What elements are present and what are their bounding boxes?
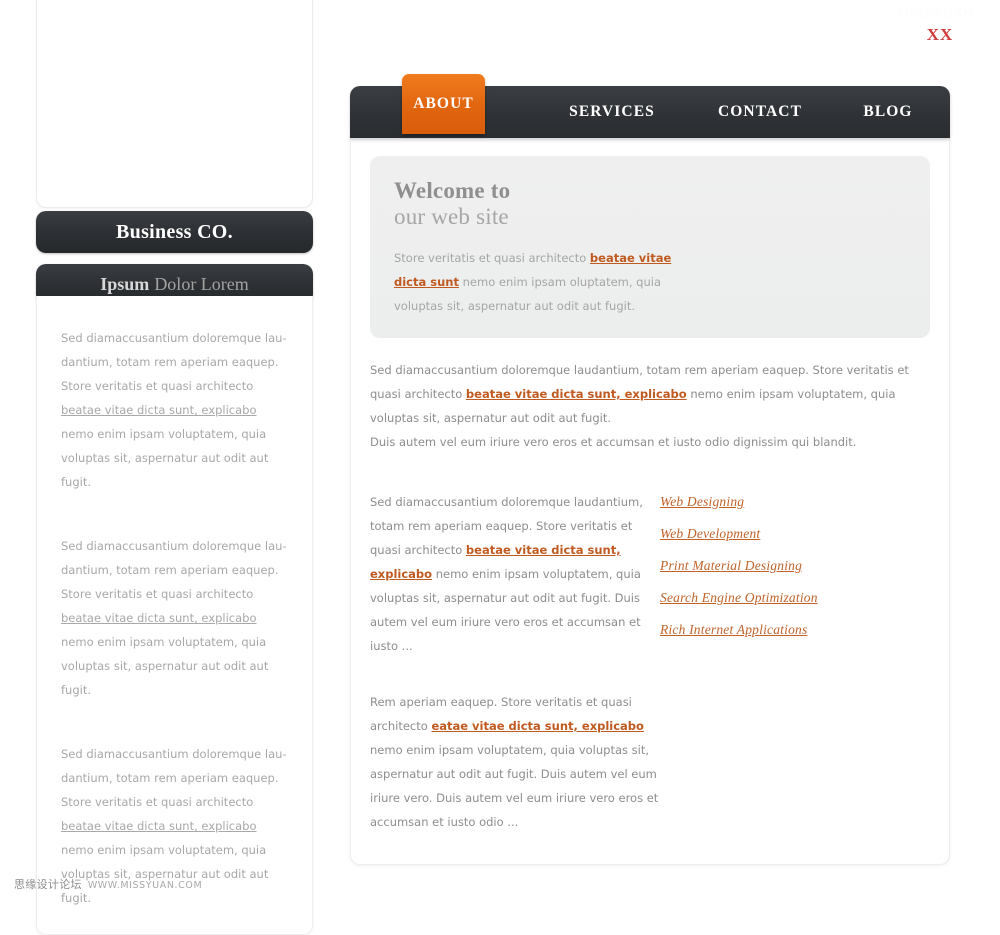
sidebar-paragraph-text-before: Sed diamaccusantium doloremque lau-danti…	[61, 331, 287, 393]
sidebar-section-title-strong: Ipsum	[100, 274, 150, 294]
intro-block: Sed diamaccusantium doloremque laudantiu…	[370, 358, 930, 454]
nav-item-services[interactable]: SERVICES	[547, 86, 677, 138]
hero-text-before: Store veritatis et quasi architecto	[394, 251, 590, 265]
service-link-web-development[interactable]: Web Development	[660, 526, 930, 542]
intro-inline-link[interactable]: beatae vitae dicta sunt, explicabo	[466, 387, 687, 401]
main-column: ABOUT SERVICES CONTACT BLOG Welcome to o…	[350, 74, 950, 865]
hero-paragraph: Store veritatis et quasi architecto beat…	[394, 246, 694, 318]
top-watermark: MISSYUAN	[898, 6, 974, 21]
sidebar-logo-panel	[36, 0, 313, 208]
service-link-print-material-designing[interactable]: Print Material Designing	[660, 558, 930, 574]
sidebar-paragraph: Sed diamaccusantium doloremque lau-danti…	[61, 326, 288, 494]
primary-nav: ABOUT SERVICES CONTACT BLOG	[350, 74, 950, 138]
sidebar: Business CO. Ipsum Dolor Lorem Sed diama…	[36, 0, 313, 935]
footer-watermark-cn: 思缘设计论坛	[14, 878, 82, 891]
sidebar-paragraph-text-before: Sed diamaccusantium doloremque lau-danti…	[61, 747, 287, 809]
sidebar-paragraph: Sed diamaccusantium doloremque lau-danti…	[61, 534, 288, 702]
sidebar-inline-link[interactable]: beatae vitae dicta sunt, explicabo	[61, 611, 257, 625]
sidebar-content-panel: Sed diamaccusantium doloremque lau-danti…	[36, 296, 313, 935]
content-panel: Welcome to our web site Store veritatis …	[350, 138, 950, 865]
sidebar-inline-link[interactable]: beatae vitae dicta sunt, explicabo	[61, 403, 257, 417]
service-link-rich-internet-applications[interactable]: Rich Internet Applications	[660, 622, 930, 638]
xx-mark: XX	[926, 25, 954, 44]
left-text-column: Sed diamaccusantium doloremque laudantiu…	[370, 490, 660, 658]
nav-item-about[interactable]: ABOUT	[402, 74, 485, 134]
column-paragraph: Sed diamaccusantium doloremque laudantiu…	[370, 490, 660, 658]
sidebar-paragraph-text-after: nemo enim ipsam voluptatem, quia volupta…	[61, 427, 269, 489]
nav-item-blog[interactable]: BLOG	[848, 86, 928, 138]
sidebar-inline-link[interactable]: beatae vitae dicta sunt, explicabo	[61, 819, 257, 833]
nav-item-contact[interactable]: CONTACT	[705, 86, 815, 138]
intro-paragraph-2: Duis autem vel eum iriure vero eros et a…	[370, 435, 857, 449]
hero-title-line2: our web site	[394, 204, 509, 229]
primary-nav-items: ABOUT SERVICES CONTACT BLOG	[350, 74, 950, 138]
bottom-inline-link[interactable]: eatae vitae dicta sunt, explicabo	[431, 719, 644, 733]
sidebar-paragraph-text-after: nemo enim ipsam voluptatem, quia volupta…	[61, 635, 269, 697]
sidebar-paragraph-text-after: nemo enim ipsam voluptatem, quia volupta…	[61, 843, 269, 905]
services-link-list: Web Designing Web Development Print Mate…	[660, 490, 930, 658]
service-link-search-engine-optimization[interactable]: Search Engine Optimization	[660, 590, 930, 606]
brand-title: Business CO.	[116, 221, 233, 243]
bottom-text-after: nemo enim ipsam voluptatem, quia volupta…	[370, 743, 659, 829]
welcome-hero: Welcome to our web site Store veritatis …	[370, 156, 930, 338]
sidebar-section-title-light: Dolor Lorem	[154, 274, 249, 294]
footer-watermark-url: WWW.MISSYUAN.COM	[87, 880, 203, 891]
sidebar-paragraph-text-before: Sed diamaccusantium doloremque lau-danti…	[61, 539, 287, 601]
intro-paragraph-1: Sed diamaccusantium doloremque laudantiu…	[370, 358, 930, 430]
bottom-paragraph: Rem aperiam eaquep. Store veritatis et q…	[370, 690, 660, 834]
hero-title-line1: Welcome to	[394, 178, 511, 203]
footer-watermark: 思缘设计论坛 WWW.MISSYUAN.COM	[14, 876, 202, 892]
brand-bar: Business CO.	[36, 211, 313, 253]
two-column-section: Sed diamaccusantium doloremque laudantiu…	[370, 490, 930, 658]
hero-title: Welcome to our web site	[394, 178, 906, 230]
service-link-web-designing[interactable]: Web Designing	[660, 494, 930, 510]
